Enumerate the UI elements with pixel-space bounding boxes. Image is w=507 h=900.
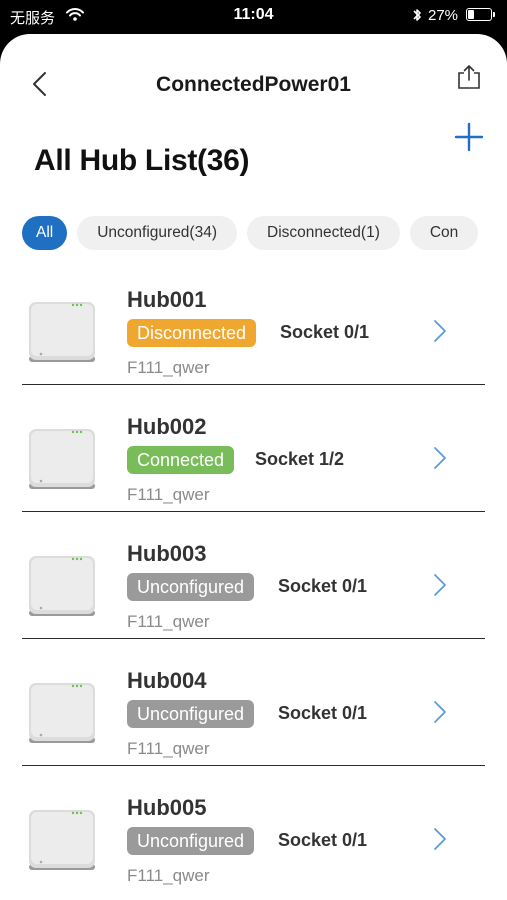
socket-count: Socket 0/1: [280, 322, 370, 342]
hub-device-icon: [29, 429, 95, 489]
hub-subtitle: F111_qwer: [127, 612, 210, 631]
hub-subtitle: F111_qwer: [127, 866, 210, 885]
list-item[interactable]: Hub001 Disconnected Socket 0/1 F111_qwer: [0, 258, 507, 385]
filter-chip-connected[interactable]: Con: [409, 216, 479, 250]
hub-device-icon: [29, 683, 95, 743]
hub-name: Hub004: [127, 668, 207, 693]
chevron-right-icon[interactable]: [432, 318, 448, 344]
filter-chip-disconnected[interactable]: Disconnected(1): [247, 216, 400, 250]
status-badge: Unconfigured: [127, 700, 255, 728]
filter-chip-unconfigured[interactable]: Unconfigured(34): [77, 216, 237, 250]
list-item[interactable]: Hub002 Connected Socket 1/2 F111_qwer: [0, 385, 507, 512]
filter-chips: All Unconfigured(34) Disconnected(1) Con: [22, 216, 488, 252]
hub-name: Hub003: [127, 541, 207, 566]
hub-name: Hub001: [127, 287, 207, 312]
hub-device-icon: [29, 302, 95, 362]
hub-name: Hub005: [127, 795, 207, 820]
hub-subtitle: F111_qwer: [127, 739, 210, 758]
chevron-right-icon[interactable]: [432, 826, 448, 852]
navigation-bar: ConnectedPower01: [0, 34, 507, 152]
battery-icon: [466, 8, 495, 21]
battery-percent: 27%: [428, 7, 459, 24]
chevron-right-icon[interactable]: [432, 445, 448, 471]
page-title: All Hub List(36): [34, 144, 250, 177]
plus-icon[interactable]: [454, 122, 484, 152]
status-badge: Unconfigured: [127, 827, 255, 855]
filter-chip-all[interactable]: All: [22, 216, 68, 250]
socket-count: Socket 1/2: [255, 449, 345, 469]
list-item[interactable]: Hub004 Unconfigured Socket 0/1 F111_qwer: [0, 639, 507, 766]
nav-title: ConnectedPower01: [156, 73, 351, 96]
main-sheet: ConnectedPower01 All Hub List(36) All Unc…: [0, 34, 507, 900]
socket-count: Socket 0/1: [278, 576, 368, 596]
socket-count: Socket 0/1: [278, 830, 368, 850]
chevron-right-icon[interactable]: [432, 572, 448, 598]
status-badge: Disconnected: [127, 319, 257, 347]
hub-subtitle: F111_qwer: [127, 485, 210, 504]
list-item[interactable]: Hub005 Unconfigured Socket 0/1 F111_qwer: [0, 766, 507, 893]
hub-list: Hub001 Disconnected Socket 0/1 F111_qwer…: [0, 258, 507, 893]
chevron-right-icon[interactable]: [432, 699, 448, 725]
bluetooth-icon: [413, 9, 421, 21]
status-badge: Connected: [127, 446, 235, 474]
list-item[interactable]: Hub003 Unconfigured Socket 0/1 F111_qwer: [0, 512, 507, 639]
status-badge: Unconfigured: [127, 573, 255, 601]
hub-name: Hub002: [127, 414, 207, 439]
status-bar: 无服务 11:04 27%: [0, 0, 507, 32]
hub-subtitle: F111_qwer: [127, 358, 210, 377]
hub-device-icon: [29, 810, 95, 870]
socket-count: Socket 0/1: [278, 703, 368, 723]
share-icon[interactable]: [456, 64, 482, 90]
hub-device-icon: [29, 556, 95, 616]
